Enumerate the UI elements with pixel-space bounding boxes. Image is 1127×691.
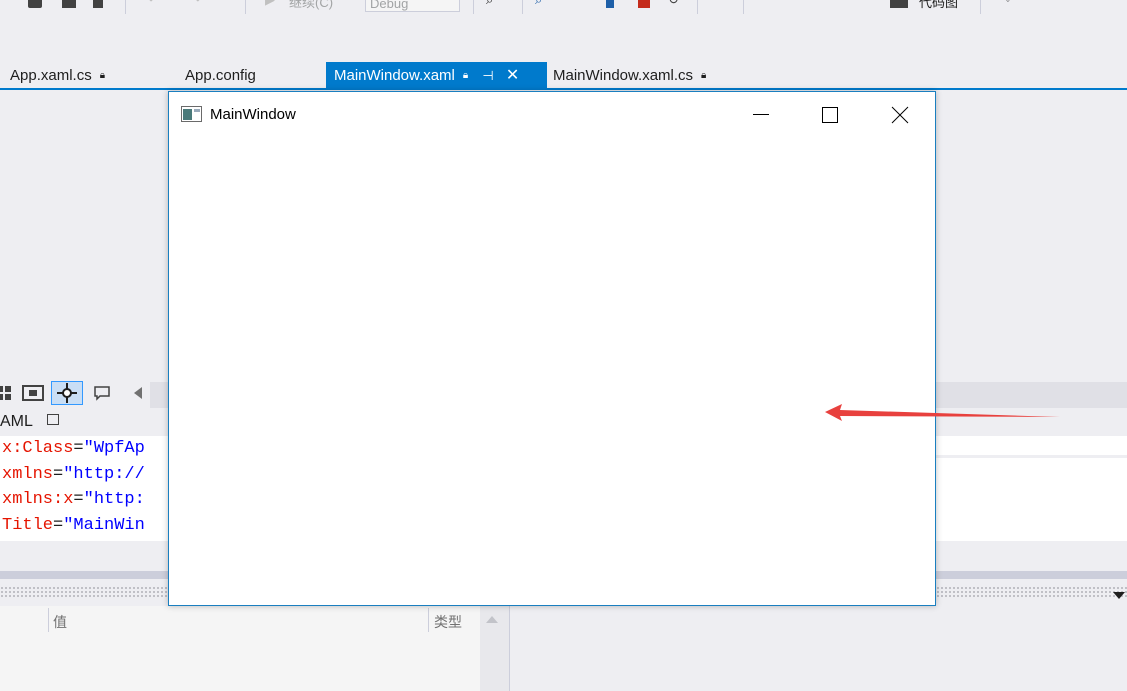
bookmark-icon[interactable]: ᛜ	[1004, 0, 1018, 7]
dropdown-arrow-icon[interactable]	[1113, 588, 1125, 603]
window-titlebar[interactable]: MainWindow	[169, 92, 935, 136]
code-value: "http:	[83, 490, 145, 509]
document-tab-bar: App.xaml.cs 🔒︎ App.config MainWindow.xaml…	[0, 62, 1127, 90]
grid-icon[interactable]	[0, 381, 18, 405]
code-line: xmlns:x="http:	[2, 490, 145, 509]
tab-mainwindow-xaml-cs[interactable]: MainWindow.xaml.cs 🔒︎	[545, 62, 745, 88]
toolbar-separator	[980, 0, 981, 14]
code-value: "WpfAp	[83, 439, 145, 458]
lock-icon: 🔒︎	[462, 70, 469, 82]
new-file-icon[interactable]	[93, 0, 103, 8]
toolbar-separator	[245, 0, 246, 14]
comment-icon[interactable]	[88, 381, 116, 405]
column-header-value[interactable]: 值	[53, 612, 67, 632]
toolbar-separator	[697, 0, 698, 14]
editor-divider	[936, 455, 1127, 458]
maximize-icon[interactable]	[807, 100, 853, 130]
tab-mainwindow-xaml[interactable]: MainWindow.xaml 🔒︎ ⊣ ✕	[326, 62, 547, 88]
undo-icon[interactable]: ↶	[148, 0, 162, 7]
scroll-left-icon[interactable]	[124, 381, 152, 405]
annotation-arrow	[825, 404, 1060, 421]
pin-icon[interactable]: ⊣	[482, 68, 493, 83]
minimize-icon[interactable]	[738, 100, 784, 130]
code-line: Title="MainWin	[2, 515, 145, 535]
scroll-up-icon	[486, 616, 498, 623]
restart-icon[interactable]: ↻	[668, 0, 682, 7]
toolbar-separator	[125, 0, 126, 14]
code-map-icon[interactable]	[890, 0, 908, 8]
code-attr: x:Class	[2, 439, 74, 458]
configuration-dropdown[interactable]: Debug	[365, 0, 460, 12]
split-pane-icon[interactable]	[47, 414, 59, 425]
close-icon[interactable]: ✕	[506, 67, 519, 84]
locals-panel	[0, 606, 480, 691]
output-panel	[512, 606, 1127, 691]
main-toolbar: ↶ ↷ ▶ 继续(C) Debug ⌕ ⌕ ↻ 代码图 ᛜ	[0, 0, 1127, 14]
redo-icon[interactable]: ↷	[190, 0, 204, 7]
running-app-window[interactable]: MainWindow	[168, 91, 936, 606]
window-title: MainWindow	[210, 106, 296, 123]
code-attr: Title	[2, 515, 54, 535]
code-attr: xmlns	[2, 464, 54, 484]
tab-app-config[interactable]: App.config	[177, 62, 317, 88]
column-divider[interactable]	[48, 608, 49, 632]
toolbar-separator	[473, 0, 474, 14]
code-line: x:Class="WpfAp	[2, 439, 145, 458]
play-icon[interactable]: ▶	[265, 0, 279, 7]
code-value: "MainWin	[63, 515, 145, 535]
continue-button-label[interactable]: 继续(C)	[289, 0, 333, 11]
find-icon[interactable]: ⌕	[486, 0, 500, 7]
xaml-tab-label[interactable]: AML	[0, 413, 33, 431]
tab-label: MainWindow.xaml.cs	[553, 67, 694, 84]
tab-label: App.config	[185, 67, 256, 84]
tab-label: App.xaml.cs	[10, 67, 92, 84]
search-icon[interactable]: ⌕	[535, 0, 549, 7]
save-all-icon[interactable]	[28, 0, 42, 8]
code-line: xmlns="http://	[2, 464, 145, 484]
code-value: "http://	[63, 464, 145, 484]
code-attr: xmlns:x	[2, 490, 74, 509]
vertical-scrollbar[interactable]	[480, 606, 510, 691]
stop-icon[interactable]	[638, 0, 650, 8]
snap-icon[interactable]	[19, 381, 47, 405]
column-header-type[interactable]: 类型	[434, 612, 462, 632]
select-tool-icon[interactable]	[51, 381, 83, 405]
code-map-label[interactable]: 代码图	[919, 0, 958, 11]
toolbar-separator	[522, 0, 523, 14]
save-icon[interactable]	[62, 0, 76, 8]
lock-icon: 🔒︎	[99, 70, 106, 82]
tab-app-xaml-cs[interactable]: App.xaml.cs 🔒︎	[2, 62, 152, 88]
close-window-icon[interactable]	[877, 100, 923, 130]
column-divider[interactable]	[428, 608, 429, 632]
window-app-icon	[181, 106, 202, 122]
pause-icon[interactable]	[606, 0, 614, 8]
lock-icon: 🔒︎	[701, 70, 707, 82]
toolbar-separator	[743, 0, 744, 14]
tab-label: MainWindow.xaml	[334, 67, 455, 84]
